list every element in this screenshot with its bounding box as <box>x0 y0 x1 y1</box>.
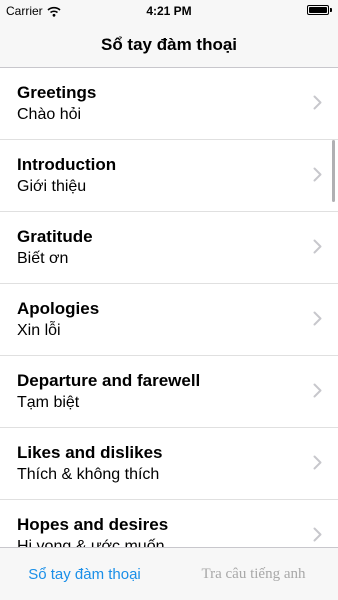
list-item[interactable]: Likes and dislikes Thích & không thích <box>0 428 338 500</box>
chevron-right-icon <box>313 239 322 254</box>
list-item-title: Hopes and desires <box>17 515 169 534</box>
list-item-title: Apologies <box>17 299 100 318</box>
list-item[interactable]: Greetings Chào hỏi <box>0 68 338 140</box>
chevron-right-icon <box>313 527 322 542</box>
chevron-right-icon <box>313 167 322 182</box>
list-item-subtitle: Tạm biệt <box>17 394 80 411</box>
list-item-title: Introduction <box>17 155 117 174</box>
chevron-right-icon <box>313 311 322 326</box>
battery-icon <box>307 5 332 15</box>
list-item-subtitle: Chào hỏi <box>17 106 82 123</box>
list-item-subtitle: Thích & không thích <box>17 466 160 483</box>
list-item[interactable]: Gratitude Biết ơn <box>0 212 338 284</box>
app-screen: Carrier 4:21 PM Sổ tay đàm thoại Greetin… <box>0 0 338 600</box>
list-item-subtitle: Xin lỗi <box>17 322 61 339</box>
chevron-right-icon <box>313 95 322 110</box>
list-item[interactable]: Departure and farewell Tạm biệt <box>0 356 338 428</box>
list-item[interactable]: Apologies Xin lỗi <box>0 284 338 356</box>
status-bar: Carrier 4:21 PM <box>0 0 338 22</box>
list-item-title: Gratitude <box>17 227 93 246</box>
list-item-subtitle: Biết ơn <box>17 250 69 267</box>
list-item-title: Departure and farewell <box>17 371 201 390</box>
phrasebook-list[interactable]: Greetings Chào hỏi Introduction Giới thiệu G… <box>0 68 338 547</box>
list-item-subtitle: Hi vọng & ước muốn <box>17 538 165 547</box>
chevron-right-icon <box>313 455 322 470</box>
list-item[interactable]: Introduction Giới thiệu <box>0 140 338 212</box>
battery-fill <box>309 7 327 13</box>
navigation-bar: Sổ tay đàm thoại <box>0 22 338 68</box>
tab-sentence-lookup[interactable]: Tra câu tiếng anh <box>169 566 338 583</box>
list-item-title: Likes and dislikes <box>17 443 163 462</box>
page-title: Sổ tay đàm thoại <box>100 34 238 54</box>
list-item-title: Greetings <box>17 83 97 102</box>
status-time: 4:21 PM <box>146 4 192 18</box>
tab-bar: Sổ tay đàm thoại Tra câu tiếng anh <box>0 547 338 600</box>
chevron-right-icon <box>313 383 322 398</box>
scroll-indicator <box>332 140 335 202</box>
list-item[interactable]: Hopes and desires Hi vọng & ước muốn <box>0 500 338 547</box>
list-item-subtitle: Giới thiệu <box>17 178 87 195</box>
tab-phrasebook[interactable]: Sổ tay đàm thoại <box>0 566 169 583</box>
